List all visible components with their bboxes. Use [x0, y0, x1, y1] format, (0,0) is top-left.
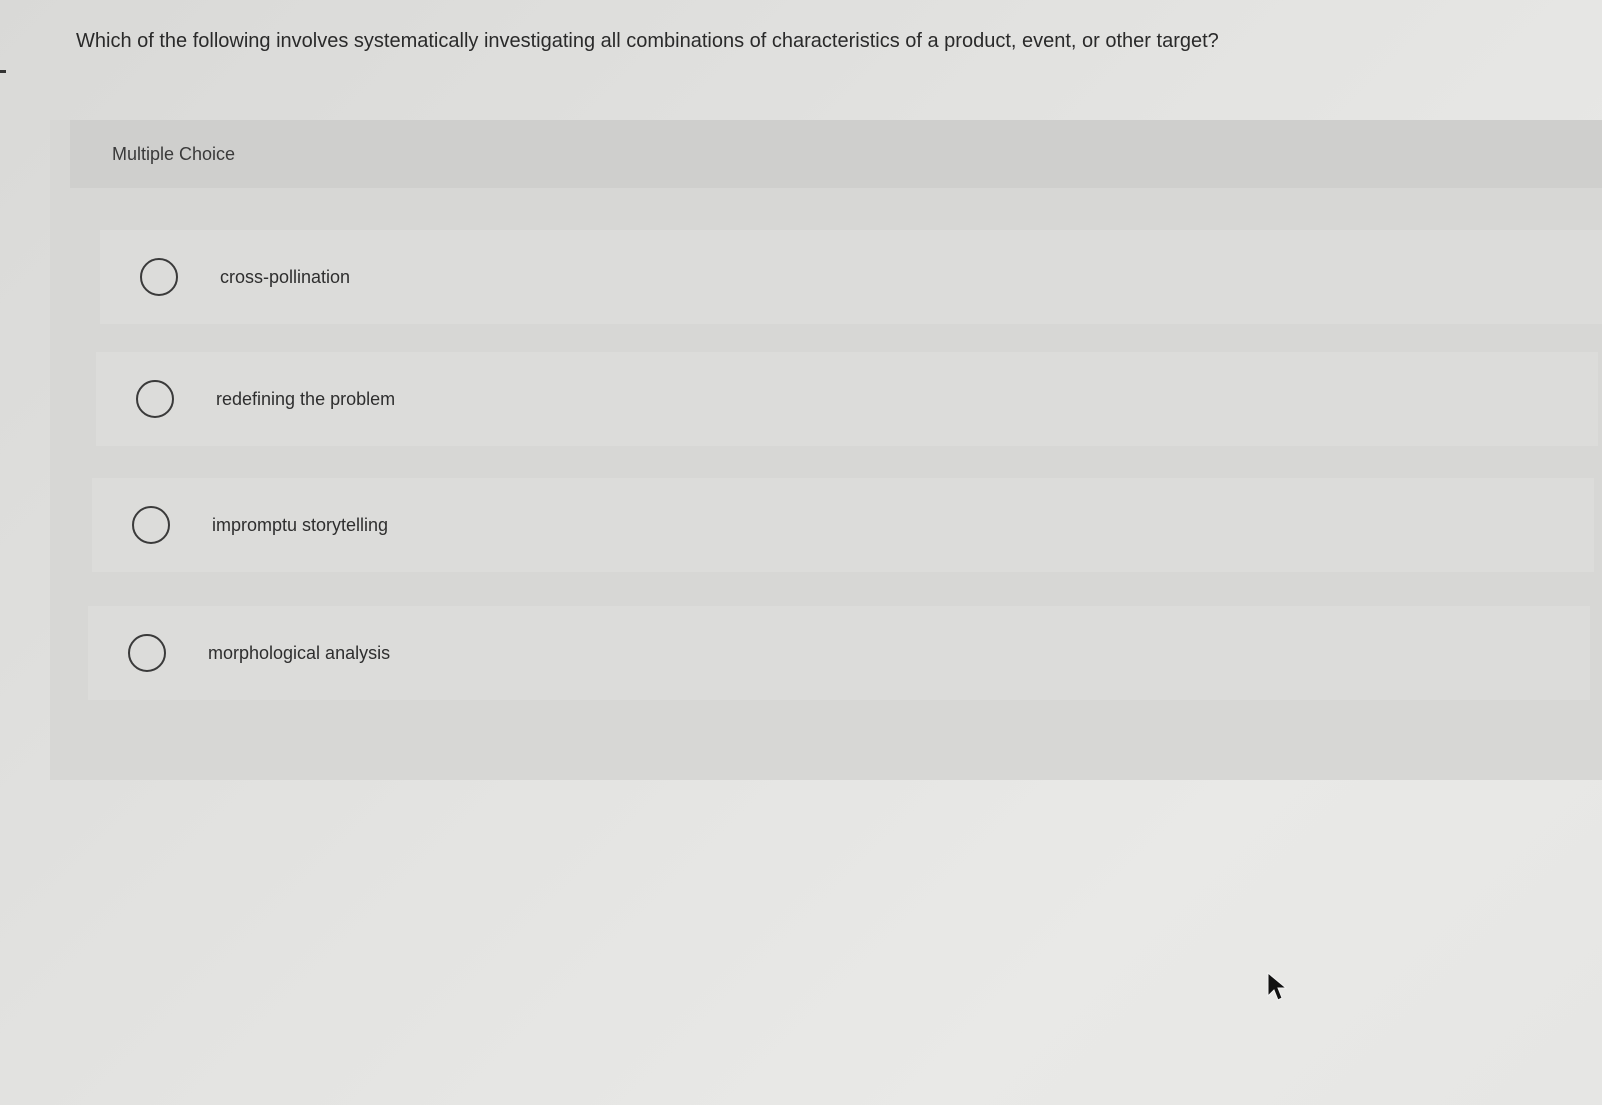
- multiple-choice-header: [70, 120, 1602, 188]
- multiple-choice-label: Multiple Choice: [112, 144, 236, 164]
- radio-button-icon[interactable]: [136, 380, 174, 418]
- answer-option-label: morphological analysis: [208, 642, 391, 663]
- radio-button-icon[interactable]: [140, 258, 178, 296]
- answer-option-label: cross-pollination: [220, 266, 351, 287]
- answer-option-impromptu-storytelling[interactable]: impromptu storytelling: [92, 478, 1594, 572]
- mouse-pointer-icon: [1267, 972, 1288, 1001]
- answer-option-label: redefining the problem: [216, 388, 396, 409]
- answer-option-label: impromptu storytelling: [212, 514, 389, 535]
- radio-button-icon[interactable]: [132, 506, 170, 544]
- answer-option-cross-pollination[interactable]: cross-pollination: [100, 230, 1602, 324]
- left-edge-marker: [0, 70, 6, 73]
- question-text: Which of the following involves systemat…: [76, 30, 1219, 52]
- radio-button-icon[interactable]: [128, 634, 166, 672]
- answer-option-redefining-the-problem[interactable]: redefining the problem: [96, 352, 1598, 446]
- answer-option-morphological-analysis[interactable]: morphological analysis: [88, 606, 1590, 700]
